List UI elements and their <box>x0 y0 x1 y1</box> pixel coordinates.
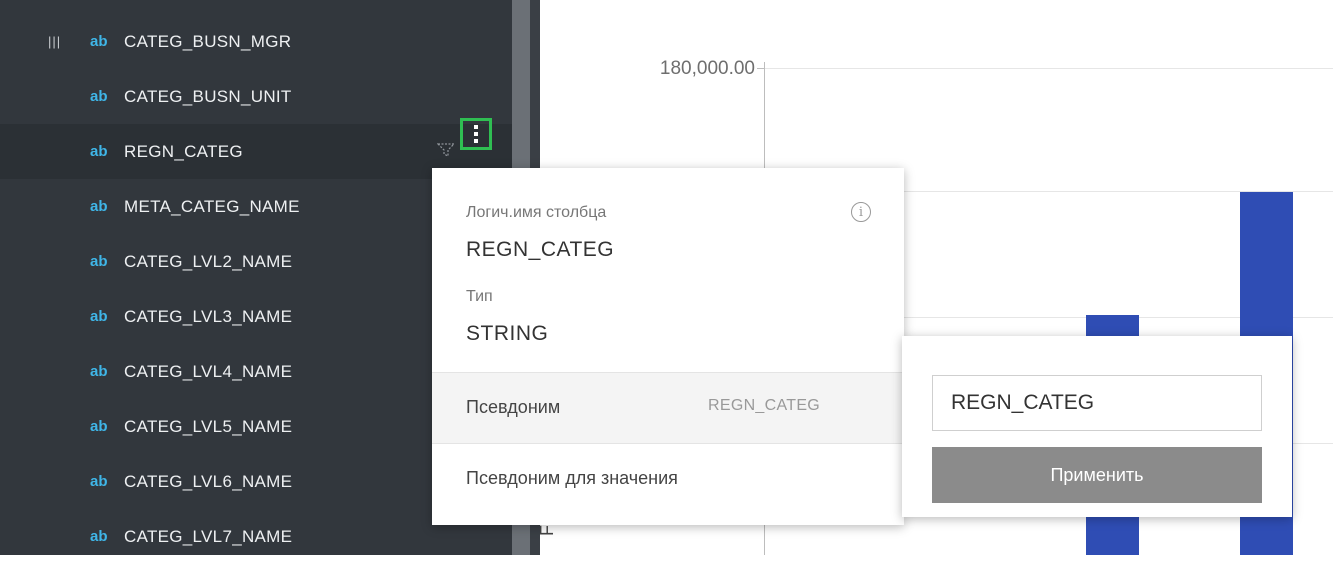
value-alias-label: Псевдоним для значения <box>466 468 678 488</box>
apply-button[interactable]: Применить <box>932 447 1262 503</box>
type-label: Тип <box>466 288 493 305</box>
drag-handle-icon[interactable]: ||| <box>48 34 61 49</box>
field-label: CATEG_LVL7_NAME <box>124 526 293 546</box>
field-label: CATEG_LVL5_NAME <box>124 416 293 436</box>
alias-value: REGN_CATEG <box>708 397 821 414</box>
string-type-icon: ab <box>90 198 108 215</box>
field-label: CATEG_BUSN_UNIT <box>124 86 292 106</box>
field-label: REGN_CATEG <box>124 141 243 161</box>
field-item-categ-busn-mgr[interactable]: ||| ab CATEG_BUSN_MGR <box>0 14 512 69</box>
value-alias-menu-item[interactable]: Псевдоним для значения <box>432 443 904 514</box>
string-type-icon: ab <box>90 143 108 160</box>
alias-input[interactable] <box>932 375 1262 431</box>
filter-icon[interactable] <box>437 143 455 157</box>
logical-name-label: Логич.имя столбца <box>466 204 607 221</box>
more-options-button[interactable] <box>460 118 492 150</box>
y-axis-tick <box>757 68 765 69</box>
string-type-icon: ab <box>90 88 108 105</box>
field-label: CATEG_BUSN_MGR <box>124 31 292 51</box>
type-value: STRING <box>466 322 549 345</box>
field-label: CATEG_LVL2_NAME <box>124 251 293 271</box>
string-type-icon: ab <box>90 308 108 325</box>
field-label: CATEG_LVL6_NAME <box>124 471 293 491</box>
y-axis-tick-label: 180,000.00 <box>659 58 755 79</box>
vertical-dots-icon <box>474 125 478 143</box>
alias-editor-popover: Применить <box>902 336 1292 517</box>
gridline <box>765 68 1333 69</box>
string-type-icon: ab <box>90 473 108 490</box>
info-icon[interactable]: i <box>851 202 871 222</box>
alias-menu-item[interactable]: Псевдоним REGN_CATEG <box>432 372 904 443</box>
column-info-popover: Логич.имя столбца i REGN_CATEG Тип STRIN… <box>432 168 904 525</box>
field-label: META_CATEG_NAME <box>124 196 300 216</box>
y-axis-label-fragment: F <box>537 525 557 536</box>
field-label: CATEG_LVL4_NAME <box>124 361 293 381</box>
field-label: CATEG_LVL3_NAME <box>124 306 293 326</box>
string-type-icon: ab <box>90 253 108 270</box>
field-item-categ-busn-unit[interactable]: ab CATEG_BUSN_UNIT <box>0 69 512 124</box>
string-type-icon: ab <box>90 528 108 545</box>
string-type-icon: ab <box>90 33 108 50</box>
string-type-icon: ab <box>90 418 108 435</box>
logical-name-value: REGN_CATEG <box>466 238 615 261</box>
alias-label: Псевдоним <box>466 397 561 417</box>
string-type-icon: ab <box>90 363 108 380</box>
